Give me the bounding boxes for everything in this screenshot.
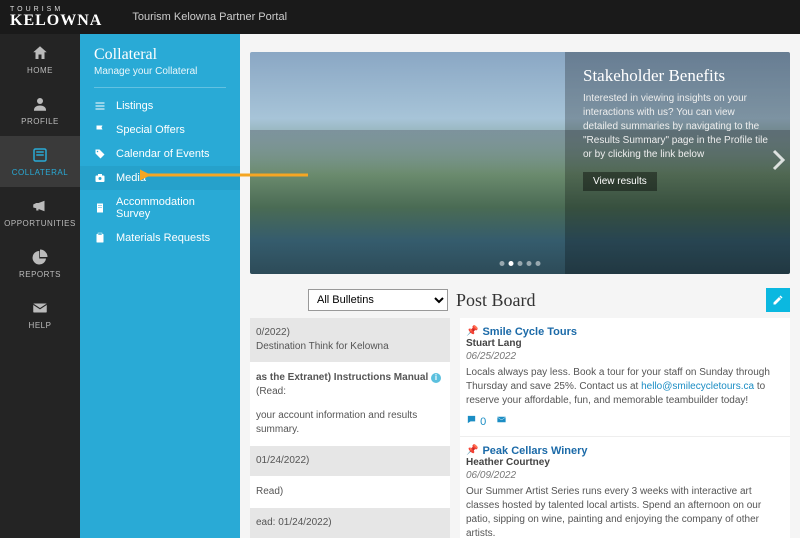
post-date: 06/09/2022 [466, 470, 784, 481]
nav-reports[interactable]: REPORTS [0, 238, 80, 289]
post-link[interactable]: hello@smilecycletours.ca [641, 381, 754, 392]
list-item[interactable]: Read) [250, 477, 450, 508]
topbar: TOURISM KELOWNA Tourism Kelowna Partner … [0, 0, 800, 34]
post-author: Heather Courtney [466, 457, 784, 468]
home-icon [31, 44, 49, 62]
hero-body: Interested in viewing insights on your i… [583, 92, 772, 162]
hero-cta-button[interactable]: View results [583, 172, 657, 191]
nav-home[interactable]: HOME [0, 34, 80, 85]
post-author: Stuart Lang [466, 338, 784, 349]
comment-icon [466, 414, 477, 425]
building-icon [94, 202, 106, 214]
tag-icon [94, 148, 106, 160]
list-icon [94, 100, 106, 112]
highlight-arrow [140, 168, 310, 182]
pie-icon [31, 248, 49, 266]
mail-link[interactable] [496, 414, 507, 428]
list-item[interactable]: as the Extranet) Instructions Manual i (… [250, 363, 450, 446]
camera-icon [94, 172, 106, 184]
nav-collateral[interactable]: COLLATERAL [0, 136, 80, 187]
flyout-listings[interactable]: Listings [80, 94, 240, 118]
portal-title: Tourism Kelowna Partner Portal [132, 11, 287, 23]
post-item[interactable]: 📌 Peak Cellars Winery Heather Courtney 0… [460, 436, 790, 538]
flyout-calendar[interactable]: Calendar of Events [80, 142, 240, 166]
post-title: Smile Cycle Tours [466, 326, 784, 338]
hero-carousel: Stakeholder Benefits Interested in viewi… [250, 52, 790, 274]
hero-title: Stakeholder Benefits [583, 66, 772, 86]
flyout-title: Collateral [80, 44, 240, 66]
carousel-dots[interactable] [500, 261, 541, 266]
pencil-icon [772, 294, 784, 306]
post-board-heading: Post Board [456, 290, 536, 311]
flyout-special-offers[interactable]: Special Offers [80, 118, 240, 142]
carousel-next[interactable] [772, 149, 786, 177]
nav-help[interactable]: HELP [0, 289, 80, 340]
main-content: Stakeholder Benefits Interested in viewi… [240, 34, 800, 538]
post-body: Locals always pay less. Book a tour for … [466, 366, 784, 408]
list-item[interactable]: ead: 01/24/2022) [250, 508, 450, 538]
nav-profile[interactable]: PROFILE [0, 85, 80, 136]
mail-icon [496, 414, 507, 425]
user-icon [31, 95, 49, 113]
left-nav: HOME PROFILE COLLATERAL OPPORTUNITIES RE… [0, 34, 80, 538]
bulletin-header: All Bulletins Post Board [250, 288, 790, 312]
collateral-icon [31, 146, 49, 164]
logo-main: KELOWNA [10, 13, 102, 29]
bulletin-list: 0/2022) Destination Think for Kelowna as… [250, 318, 450, 538]
flyout-subtitle: Manage your Collateral [94, 66, 226, 88]
clipboard-icon [94, 232, 106, 244]
list-item[interactable]: 01/24/2022) [250, 446, 450, 477]
post-title: Peak Cellars Winery [466, 445, 784, 457]
mail-icon [31, 299, 49, 317]
nav-opportunities[interactable]: OPPORTUNITIES [0, 187, 80, 238]
pin-icon: 📌 [466, 445, 478, 456]
post-board: 📌 Smile Cycle Tours Stuart Lang 06/25/20… [460, 318, 790, 538]
logo[interactable]: TOURISM KELOWNA [10, 6, 102, 29]
flag-icon [94, 124, 106, 136]
collateral-flyout: Collateral Manage your Collateral Listin… [80, 34, 240, 538]
post-date: 06/25/2022 [466, 351, 784, 362]
info-icon: i [431, 373, 441, 383]
list-item[interactable]: 0/2022) Destination Think for Kelowna [250, 318, 450, 363]
edit-button[interactable] [766, 288, 790, 312]
hero-caption: Stakeholder Benefits Interested in viewi… [565, 52, 790, 274]
bullhorn-icon [31, 197, 49, 215]
post-body: Our Summer Artist Series runs every 3 we… [466, 485, 784, 538]
chevron-right-icon [772, 149, 786, 171]
comments-link[interactable]: 0 [466, 414, 486, 428]
post-footer: 0 [466, 414, 784, 428]
bulletin-filter[interactable]: All Bulletins [308, 289, 448, 311]
flyout-accommodation[interactable]: Accommodation Survey [80, 190, 240, 226]
flyout-materials[interactable]: Materials Requests [80, 226, 240, 250]
post-item[interactable]: 📌 Smile Cycle Tours Stuart Lang 06/25/20… [460, 318, 790, 436]
pin-icon: 📌 [466, 326, 478, 337]
